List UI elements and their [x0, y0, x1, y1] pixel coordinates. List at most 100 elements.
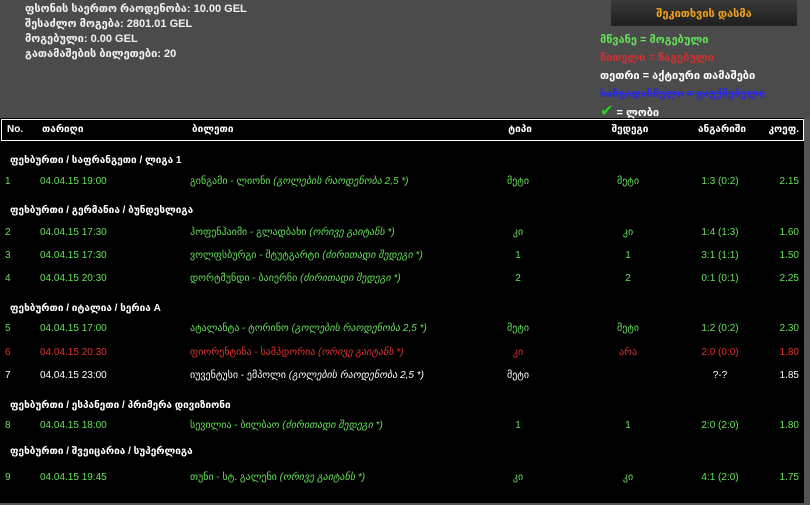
- check-icon: ✔: [600, 103, 614, 120]
- bet-description: (ორივე გაიტანს *): [279, 472, 366, 483]
- table-row: 1 04.04.15 19:00 გინგამი - ლიონი (გოლები…: [0, 176, 805, 192]
- row-score: ?-?: [712, 370, 728, 381]
- table-row: 2 04.04.15 17:30 ჰოფენჰაიმი - გლადბახი (…: [0, 227, 805, 243]
- row-result: მეტი: [616, 176, 640, 187]
- row-result: მეტი: [616, 323, 640, 334]
- row-score: 4:1 (2:0): [701, 472, 739, 483]
- league-header: ფეხბურთი / საფრანგეთი / ლიგა 1: [10, 155, 182, 166]
- match-name: ვოლფსბურგი - შტუტგარტი: [190, 250, 320, 261]
- bet-description: (ორივე გაიტანს *): [318, 347, 404, 358]
- row-type: კი: [512, 347, 524, 358]
- row-no: 9: [5, 472, 11, 483]
- row-score: 1:4 (1:3): [701, 227, 739, 238]
- bet-description: (გოლების რაოდენობა 2,5 *): [273, 176, 409, 187]
- row-no: 6: [5, 347, 11, 358]
- header-odds: კოეფ.: [768, 124, 799, 135]
- row-date: 04.04.15 17:00: [40, 323, 107, 334]
- row-no: 8: [5, 420, 11, 431]
- row-date: 04.04.15 20:30: [40, 273, 107, 284]
- match-name: დორტმუნდი - ბაიერნი: [190, 273, 298, 284]
- table-row: 7 04.04.15 23:00 იუვენტუსი - ემპოლი (გოლ…: [0, 370, 805, 386]
- legend-white: თეთრი = აქტიური თამაშები: [600, 70, 756, 82]
- row-score: 2:0 (2:0): [701, 420, 739, 431]
- row-type: 1: [515, 420, 521, 431]
- scrollbar[interactable]: [804, 118, 810, 505]
- row-match: ატალანტა - ტორინო (გოლების რაოდენობა 2,5…: [190, 323, 427, 334]
- row-result: არა: [618, 347, 638, 358]
- table-row: 8 04.04.15 18:00 სევილია - ბილბაო (ძირით…: [0, 420, 805, 436]
- row-result: 1: [625, 250, 631, 261]
- color-legend: მწვანე = მოგებული წითელი = წაგებული თეთრ…: [600, 31, 765, 122]
- match-name: ჰოფენჰაიმი - გლადბახი: [190, 227, 307, 238]
- row-odds: 2.15: [779, 176, 799, 187]
- table-header: No. თარიღი ბილეთი ტიპი შედეგი ანგარიში კ…: [1, 119, 804, 141]
- row-match: სევილია - ბილბაო (ძირითადი შედეგი *): [190, 420, 383, 431]
- row-odds: 1.85: [779, 370, 799, 381]
- league-header: ფეხბურთი / ესპანეთი / პრიმერა დივიზიონი: [10, 400, 231, 411]
- row-date: 04.04.15 20:30: [40, 347, 107, 358]
- header-type: ტიპი: [508, 124, 532, 135]
- row-date: 04.04.15 17:30: [40, 250, 107, 261]
- match-name: თუნი - სტ. გალენი: [190, 472, 277, 483]
- header-score: ანგარიში: [697, 124, 746, 135]
- summary-panel: ფსონის საერთო რაოდენობა: 10.00 GEL შესაძ…: [0, 0, 810, 120]
- row-no: 2: [5, 227, 11, 238]
- legend-red: წითელი = წაგებული: [600, 52, 714, 64]
- table-row: 9 04.04.15 19:45 თუნი - სტ. გალენი (ორივ…: [0, 472, 805, 488]
- total-stake: ფსონის საერთო რაოდენობა: 10.00 GEL: [25, 3, 247, 15]
- row-date: 04.04.15 23:00: [40, 370, 107, 381]
- row-match: დორტმუნდი - ბაიერნი (ძირითადი შედეგი *): [190, 273, 401, 284]
- row-type: მეტი: [506, 323, 530, 334]
- row-match: ფიორენტინა - სამპდორია (ორივე გაიტანს *): [190, 347, 404, 358]
- header-result: შედეგი: [611, 124, 649, 135]
- row-match: თუნი - სტ. გალენი (ორივე გაიტანს *): [190, 472, 365, 483]
- row-match: იუვენტუსი - ემპოლი (გოლების რაოდენობა 2,…: [190, 370, 424, 381]
- summary-info: ფსონის საერთო რაოდენობა: 10.00 GEL შესაძ…: [25, 2, 247, 62]
- header-no: No.: [7, 124, 24, 135]
- match-name: იუვენტუსი - ემპოლი: [190, 370, 286, 381]
- row-odds: 1.80: [779, 420, 799, 431]
- row-type: მეტი: [506, 370, 530, 381]
- row-type: კი: [512, 472, 524, 483]
- row-odds: 1.80: [779, 347, 799, 358]
- row-date: 04.04.15 17:30: [40, 227, 107, 238]
- match-name: ატალანტა - ტორინო: [190, 323, 289, 334]
- match-name: გინგამი - ლიონი: [190, 176, 271, 187]
- row-odds: 1.75: [779, 472, 799, 483]
- row-date: 04.04.15 19:45: [40, 472, 107, 483]
- row-match: ჰოფენჰაიმი - გლადბახი (ორივე გაიტანს *): [190, 227, 395, 238]
- row-odds: 1.50: [779, 250, 799, 261]
- possible-win: შესაძლო მოგება: 2801.01 GEL: [25, 18, 193, 30]
- row-type: კი: [512, 227, 524, 238]
- row-result: კი: [622, 472, 634, 483]
- row-no: 3: [5, 250, 11, 261]
- ticket-count: გათამაშების ბილეთები: 20: [25, 48, 177, 60]
- row-score: 2:0 (0:0): [701, 347, 739, 358]
- row-no: 5: [5, 323, 11, 334]
- table-row: 4 04.04.15 20:30 დორტმუნდი - ბაიერნი (ძი…: [0, 273, 805, 289]
- row-odds: 1.60: [779, 227, 799, 238]
- league-header: ფეხბურთი / შვეიცარია / სუპერლიგა: [10, 446, 193, 457]
- row-score: 0:1 (0:1): [701, 273, 739, 284]
- row-score: 1:2 (0:2): [701, 323, 739, 334]
- bet-description: (ძირითადი შედეგი *): [300, 273, 401, 284]
- league-header: ფეხბურთი / გერმანია / ბუნდესლიგა: [10, 205, 194, 216]
- bet-description: (ორივე გაიტანს *): [309, 227, 395, 238]
- row-match: გინგამი - ლიონი (გოლების რაოდენობა 2,5 *…: [190, 176, 409, 187]
- legend-green: მწვანე = მოგებული: [600, 34, 709, 46]
- header-date: თარიღი: [42, 124, 84, 135]
- row-result: კი: [622, 227, 634, 238]
- row-type: მეტი: [506, 176, 530, 187]
- match-name: სევილია - ბილბაო: [190, 420, 280, 431]
- row-date: 04.04.15 19:00: [40, 176, 107, 187]
- ask-question-button[interactable]: შეკითხვის დასმა: [611, 0, 797, 26]
- row-no: 1: [5, 176, 11, 187]
- legend-check: = ლობი: [616, 107, 660, 119]
- table-row: 3 04.04.15 17:30 ვოლფსბურგი - შტუტგარტი …: [0, 250, 805, 266]
- row-type: 2: [515, 273, 521, 284]
- league-header: ფეხბურთი / იტალია / სერია A: [10, 303, 161, 314]
- bet-description: (ძირითადი შედეგი *): [322, 250, 423, 261]
- row-match: ვოლფსბურგი - შტუტგარტი (ძირითადი შედეგი …: [190, 250, 423, 261]
- table-row: 5 04.04.15 17:00 ატალანტა - ტორინო (გოლე…: [0, 323, 805, 339]
- match-name: ფიორენტინა - სამპდორია: [190, 347, 316, 358]
